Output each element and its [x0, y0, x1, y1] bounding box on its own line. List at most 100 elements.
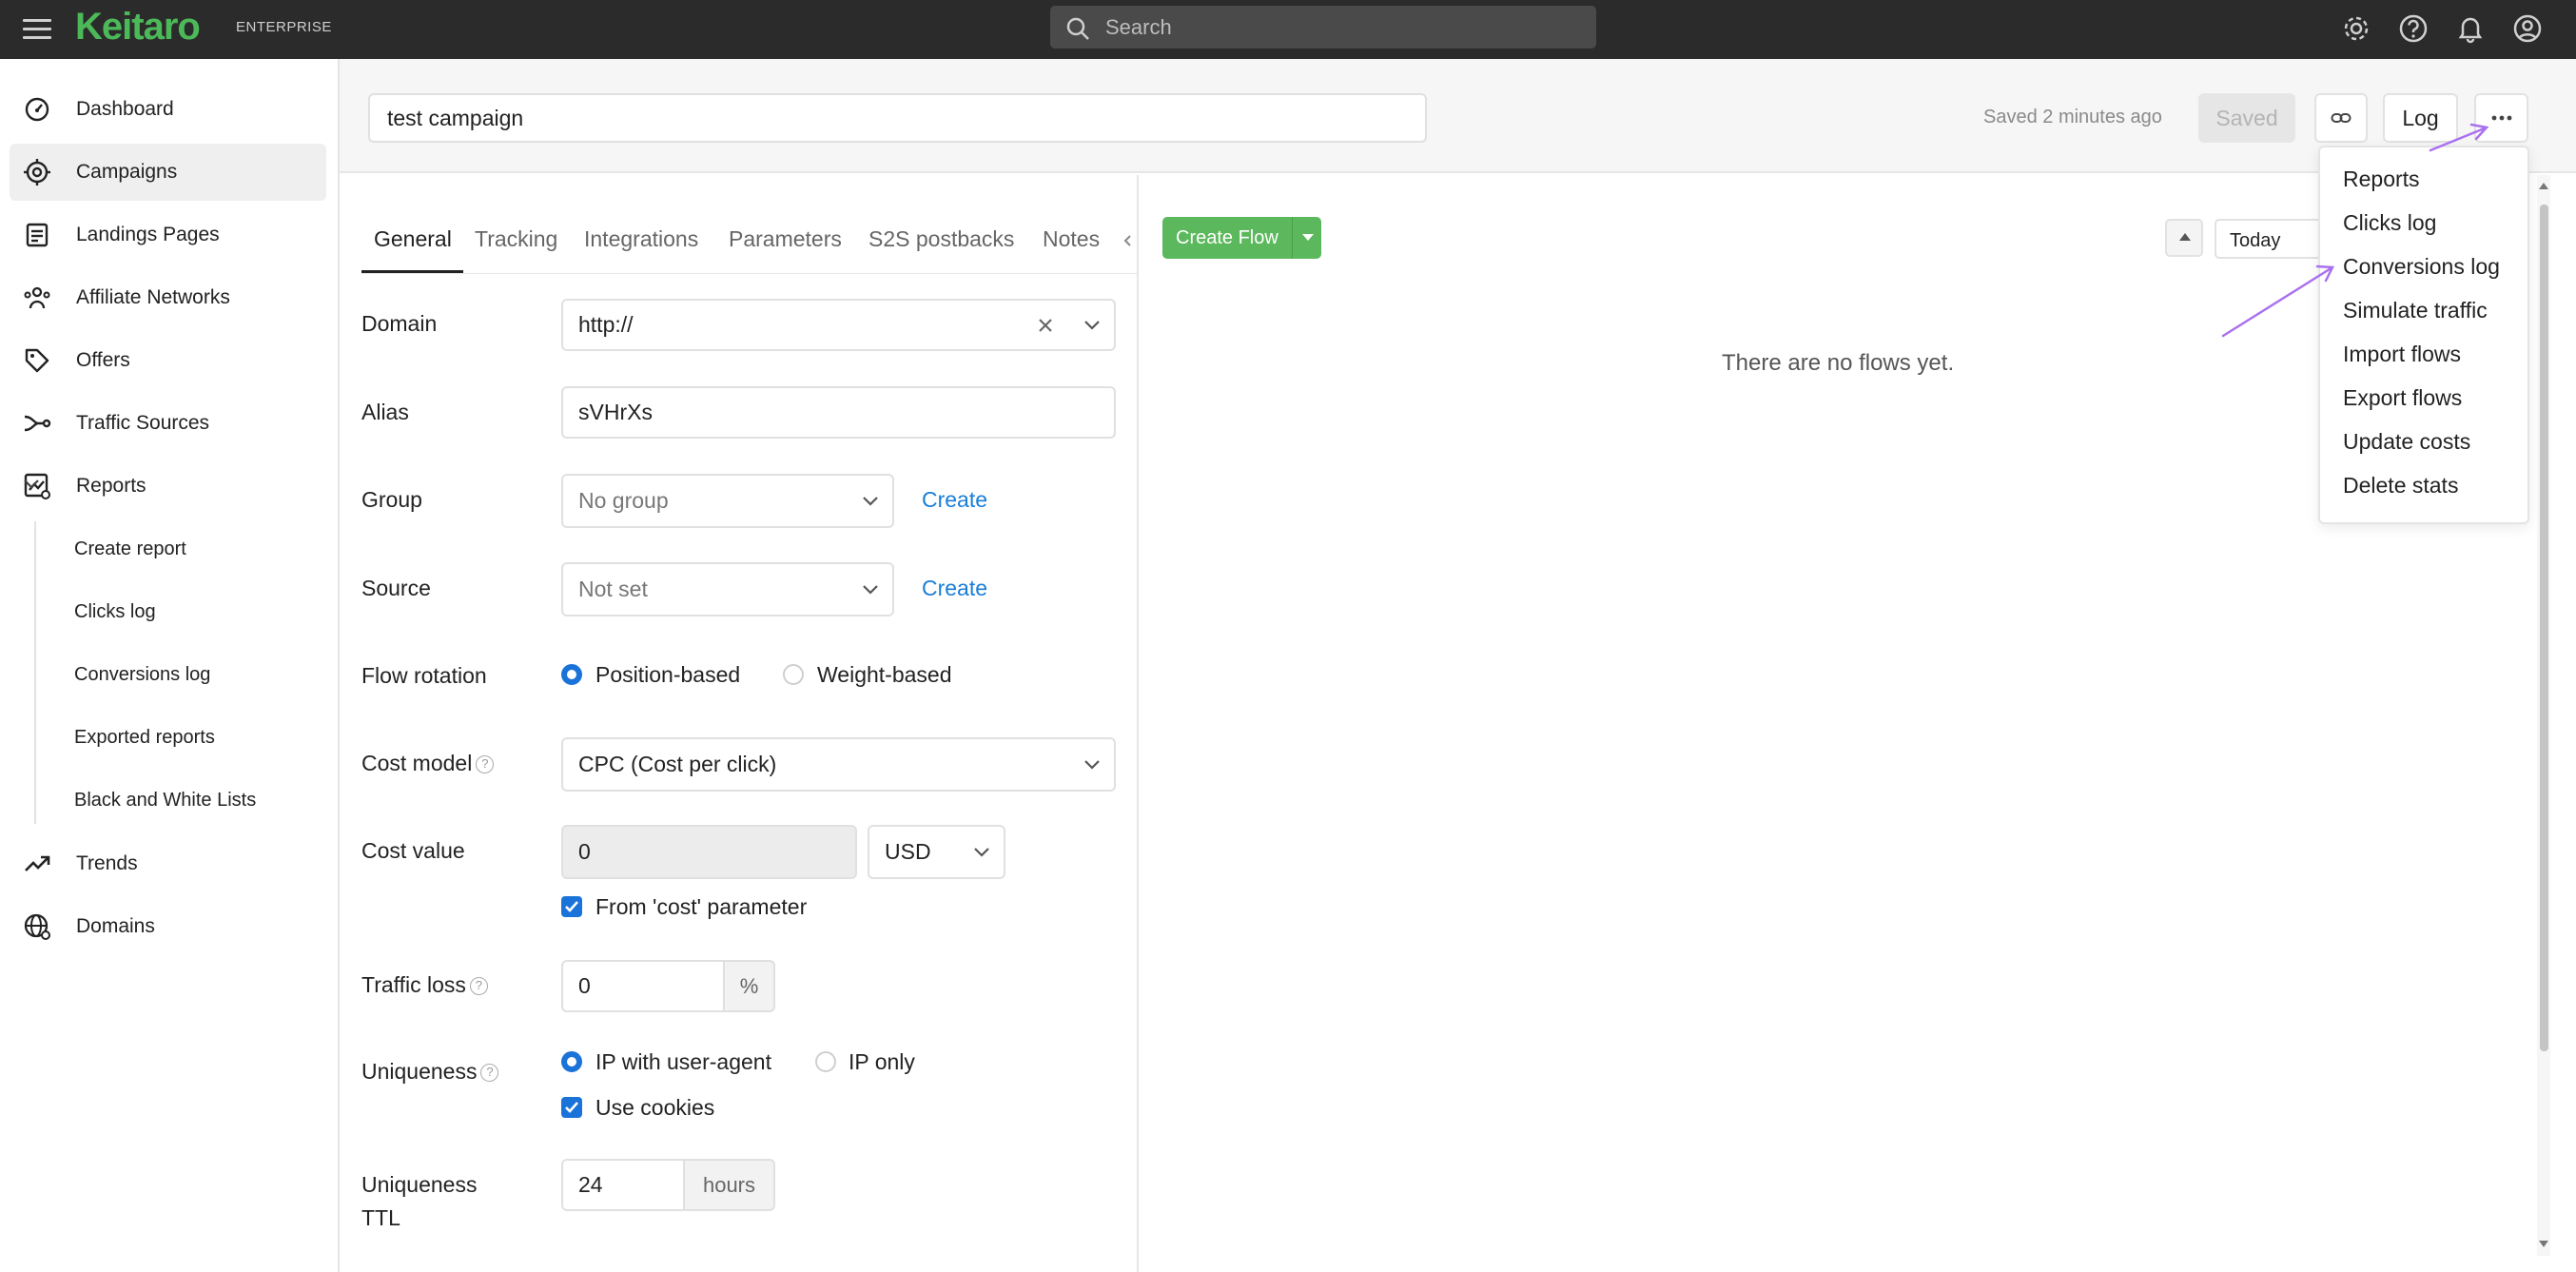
- use-cookies-checkbox[interactable]: [561, 1097, 582, 1118]
- tab-notes[interactable]: Notes: [1043, 226, 1100, 252]
- help-icon[interactable]: [2397, 12, 2430, 45]
- tab-tracking[interactable]: Tracking: [475, 226, 557, 252]
- sidebar-item-affiliate-networks[interactable]: Affiliate Networks: [10, 269, 326, 326]
- menu-item-simulate-traffic[interactable]: Simulate traffic: [2343, 298, 2488, 323]
- uniqueness-ttl-input[interactable]: 24: [561, 1159, 685, 1211]
- source-label: Source: [361, 576, 431, 600]
- globe-icon: [24, 913, 50, 940]
- menu-item-reports[interactable]: Reports: [2343, 166, 2420, 192]
- menu-item-conversions-log[interactable]: Conversions log: [2343, 254, 2500, 280]
- sidebar-item-domains[interactable]: Domains: [10, 898, 326, 955]
- page-icon: [26, 223, 49, 247]
- app-logo[interactable]: Keitaro: [75, 6, 201, 49]
- annotation-arrow-conversions: [2221, 265, 2334, 338]
- weight-based-label: Weight-based: [817, 662, 952, 687]
- sidebar-subitem-black-white-lists[interactable]: Black and White Lists: [74, 790, 256, 812]
- saved-button[interactable]: Saved: [2198, 93, 2295, 143]
- scroll-down-arrow-icon[interactable]: [2539, 1241, 2548, 1247]
- cost-value: 0: [578, 839, 591, 864]
- ip-user-agent-label: IP with user-agent: [595, 1049, 771, 1074]
- create-flow-separator: [1292, 217, 1293, 259]
- sidebar-subitem-create-report[interactable]: Create report: [74, 538, 186, 560]
- caret-up-icon: [2179, 233, 2191, 241]
- checkmark-icon: [565, 901, 578, 912]
- more-actions-button[interactable]: [2474, 93, 2528, 143]
- help-icon[interactable]: ?: [480, 1064, 499, 1083]
- menu-item-delete-stats[interactable]: Delete stats: [2343, 473, 2458, 499]
- sidebar-item-dashboard[interactable]: Dashboard: [10, 81, 326, 138]
- clear-icon[interactable]: [1036, 316, 1055, 335]
- create-group-link[interactable]: Create: [922, 487, 987, 513]
- help-icon[interactable]: ?: [476, 755, 495, 774]
- sidebar-subitem-exported-reports[interactable]: Exported reports: [74, 727, 215, 749]
- gauge-icon: [25, 97, 49, 122]
- sidebar-item-landing-pages[interactable]: Landings Pages: [10, 206, 326, 264]
- menu-item-export-flows[interactable]: Export flows: [2343, 385, 2462, 411]
- chevron-down-icon: [863, 584, 878, 595]
- copy-link-button[interactable]: [2314, 93, 2368, 143]
- sidebar-item-label: Dashboard: [76, 98, 174, 120]
- source-value: Not set: [578, 577, 648, 601]
- sidebar-item-label: Domains: [76, 915, 155, 937]
- sidebar-item-traffic-sources[interactable]: Traffic Sources: [10, 395, 326, 452]
- menu-item-import-flows[interactable]: Import flows: [2343, 342, 2461, 367]
- from-cost-parameter-checkbox[interactable]: [561, 896, 582, 917]
- cost-model-value: CPC (Cost per click): [578, 752, 777, 776]
- target-icon: [24, 159, 50, 186]
- search-input[interactable]: [1105, 11, 1581, 44]
- uniqueness-ttl-label: Uniqueness: [361, 1172, 478, 1197]
- active-tab-indicator: [361, 270, 463, 273]
- tab-general[interactable]: General: [374, 226, 452, 252]
- uniqueness-label: Uniqueness?: [361, 1059, 499, 1085]
- create-flow-button[interactable]: Create Flow: [1162, 217, 1321, 259]
- caret-down-icon[interactable]: [1302, 234, 1314, 241]
- source-select[interactable]: Not set: [561, 562, 894, 616]
- hours-addon: hours: [683, 1159, 775, 1211]
- sidebar-item-reports[interactable]: Reports: [10, 458, 326, 515]
- tab-integrations[interactable]: Integrations: [584, 226, 698, 252]
- link-icon: [2331, 113, 2352, 123]
- scrollbar-thumb[interactable]: [2540, 205, 2548, 1051]
- scroll-up-arrow-icon[interactable]: [2539, 183, 2548, 189]
- position-based-radio[interactable]: [561, 664, 582, 685]
- cost-model-select[interactable]: CPC (Cost per click): [561, 737, 1116, 792]
- sidebar-item-label: Trends: [76, 852, 138, 874]
- alias-input[interactable]: sVHrXs: [561, 386, 1116, 439]
- campaign-name-input[interactable]: [368, 93, 1427, 143]
- cost-value-input[interactable]: 0: [561, 825, 857, 879]
- tabs-scroll-left-icon[interactable]: [1122, 234, 1132, 247]
- sidebar-item-campaigns[interactable]: Campaigns: [10, 144, 326, 201]
- edition-label: ENTERPRISE: [236, 19, 332, 35]
- period-select[interactable]: Today: [2215, 219, 2329, 259]
- ip-only-radio[interactable]: [815, 1051, 836, 1072]
- traffic-loss-input[interactable]: 0: [561, 960, 725, 1012]
- sidebar-item-trends[interactable]: Trends: [10, 835, 326, 892]
- chevron-down-icon: [974, 847, 989, 857]
- sidebar-item-offers[interactable]: Offers: [10, 332, 326, 389]
- hamburger-menu-icon[interactable]: [23, 15, 51, 44]
- more-actions-menu: Reports Clicks log Conversions log Simul…: [2318, 146, 2529, 524]
- create-source-link[interactable]: Create: [922, 576, 987, 601]
- ip-user-agent-radio[interactable]: [561, 1051, 582, 1072]
- tab-parameters[interactable]: Parameters: [729, 226, 842, 252]
- log-button[interactable]: Log: [2383, 93, 2458, 143]
- help-icon[interactable]: ?: [469, 977, 488, 996]
- weight-based-radio[interactable]: [783, 664, 804, 685]
- tab-s2s-postbacks[interactable]: S2S postbacks: [868, 226, 1014, 252]
- group-select[interactable]: No group: [561, 474, 894, 528]
- percent-addon: %: [723, 960, 775, 1012]
- checkmark-icon: [565, 1102, 578, 1113]
- user-avatar-icon[interactable]: [2511, 12, 2544, 45]
- menu-item-clicks-log[interactable]: Clicks log: [2343, 210, 2436, 236]
- menu-item-update-costs[interactable]: Update costs: [2343, 429, 2470, 455]
- search-box[interactable]: [1050, 6, 1596, 49]
- collapse-up-button[interactable]: [2165, 219, 2203, 257]
- trend-icon: [25, 855, 50, 871]
- currency-select[interactable]: USD: [868, 825, 1005, 879]
- chevron-down-icon[interactable]: [23, 479, 40, 490]
- domain-select[interactable]: http://: [561, 299, 1116, 351]
- gear-icon[interactable]: [2340, 12, 2372, 45]
- sidebar-subitem-conversions-log[interactable]: Conversions log: [74, 664, 210, 686]
- sidebar-subitem-clicks-log[interactable]: Clicks log: [74, 601, 156, 623]
- bell-icon[interactable]: [2454, 12, 2487, 45]
